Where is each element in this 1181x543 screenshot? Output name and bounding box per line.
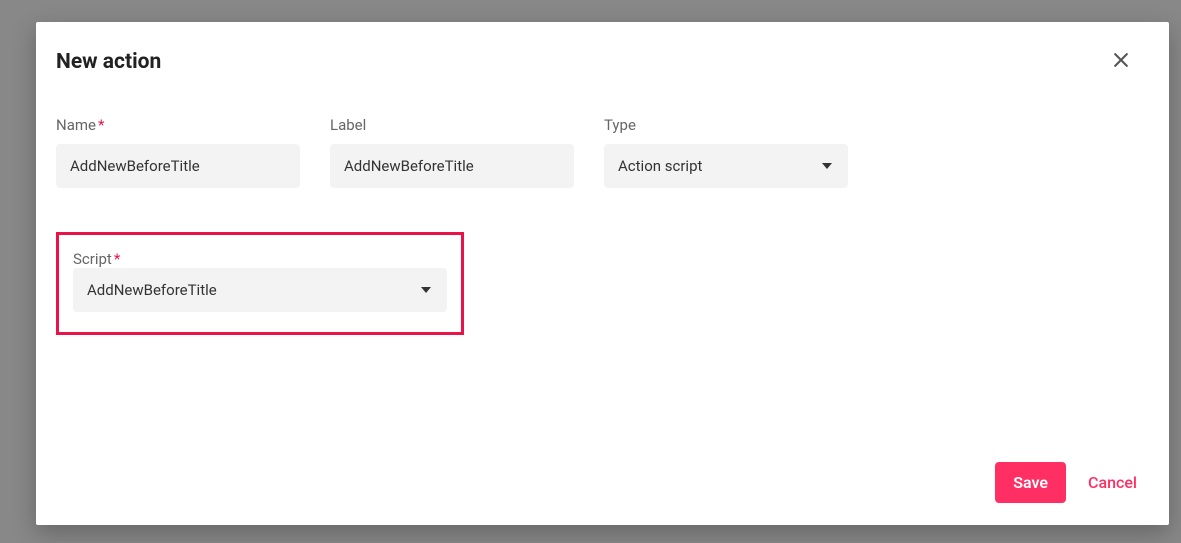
script-label: Script* xyxy=(73,250,120,268)
field-row-top: Name* Label Type Action script xyxy=(56,116,1149,188)
modal-body: Name* Label Type Action script xyxy=(36,76,1169,446)
type-select[interactable]: Action script xyxy=(604,144,848,188)
script-select[interactable]: AddNewBeforeTitle xyxy=(73,268,447,312)
field-group-label: Label xyxy=(330,116,574,188)
modal-header: New action xyxy=(36,22,1169,76)
modal-title: New action xyxy=(56,50,161,74)
cancel-button[interactable]: Cancel xyxy=(1088,473,1137,492)
required-mark: * xyxy=(114,250,120,268)
close-icon xyxy=(1111,50,1131,70)
script-label-text: Script xyxy=(73,250,112,268)
field-group-script-highlighted: Script* AddNewBeforeTitle xyxy=(56,232,464,335)
type-select-value: Action script xyxy=(604,144,848,188)
modal-footer: Save Cancel xyxy=(36,446,1169,525)
name-label: Name* xyxy=(56,116,300,134)
close-button[interactable] xyxy=(1105,44,1137,76)
label-label: Label xyxy=(330,116,574,134)
name-label-text: Name xyxy=(56,116,96,134)
name-input[interactable] xyxy=(56,144,300,188)
new-action-modal: New action Name* Label T xyxy=(36,22,1169,525)
type-label: Type xyxy=(604,116,848,134)
save-button[interactable]: Save xyxy=(995,462,1066,503)
required-mark: * xyxy=(98,116,104,134)
field-group-type: Type Action script xyxy=(604,116,848,188)
field-group-name: Name* xyxy=(56,116,300,188)
label-input[interactable] xyxy=(330,144,574,188)
script-select-value: AddNewBeforeTitle xyxy=(73,268,447,312)
